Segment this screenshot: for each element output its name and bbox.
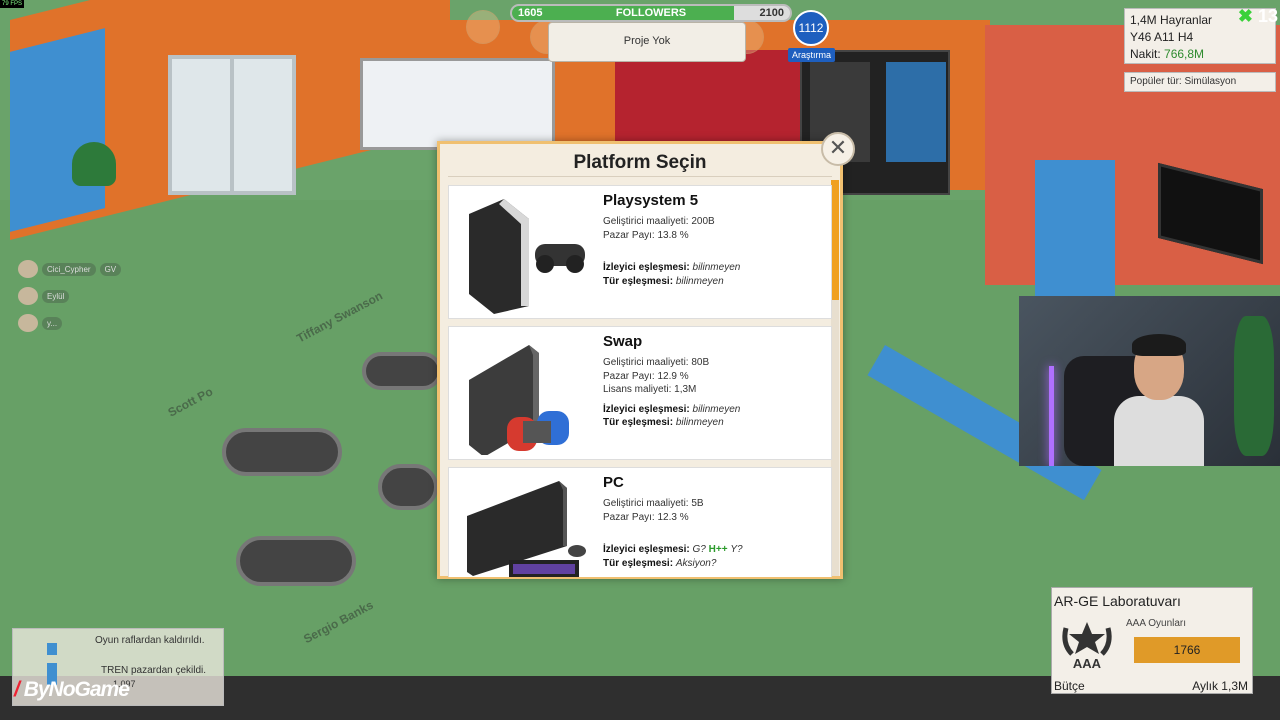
genre-label: Tür eşleşmesi: [603,557,674,569]
platform-card-pc[interactable]: PC Geliştirici maaliyeti: 5B Pazar Payı:… [448,467,832,577]
desk[interactable] [222,428,342,476]
monthly-cost: Aylık 1,3M [1192,679,1248,693]
glass-door [168,55,296,195]
notification-icon [47,643,57,655]
neon-light [1049,366,1054,466]
audience-value-h: H++ [708,544,728,555]
cash-row: Nakit: 766,8M [1130,46,1270,63]
fps-counter: 79 FPS [0,0,25,8]
popular-genre: Popüler tür: Simülasyon [1124,72,1276,92]
webcam-overlay [1019,296,1280,466]
market-share: Pazar Payı: 12.3 % [603,511,689,523]
avatar [18,314,38,332]
guest-tag: GV [99,262,122,276]
whiteboard [360,58,555,150]
modal-title: Platform Seçin [448,144,832,177]
x-icon: ✖ [1237,6,1253,26]
guest-row[interactable]: y... [18,314,121,332]
guest-row[interactable]: Cici_Cypher GV [18,260,122,278]
rnd-subtitle: AAA Oyunları [1126,618,1187,629]
followers-label: FOLLOWERS [615,7,687,19]
license-cost: Lisans maliyeti: 1,3M [603,384,697,395]
guest-row[interactable]: Eylül [18,287,121,305]
guest-name: Cici_Cypher [42,262,96,276]
audience-match: İzleyici eşleşmesi: bilinmeyen [603,403,740,417]
genre-label: Tür eşleşmesi: [603,275,674,287]
close-button[interactable]: ✕ [821,132,855,166]
audience-label: İzleyici eşleşmesi: [603,544,690,555]
followers-min: 1605 [518,7,543,19]
audience-value: bilinmeyen [692,403,741,415]
dev-cost: Geliştirici maaliyeti: 5B [603,498,704,509]
audience-label: İzleyici eşleşmesi: [603,262,690,273]
genre-label: Tür eşleşmesi: [603,417,674,428]
platform-name: Swap [603,333,643,350]
research-label[interactable]: Araştırma [788,48,836,62]
left-wall-blue [10,28,105,232]
platform-name: Playsystem 5 [603,192,699,209]
platform-card-swap[interactable]: Swap Geliştirici maaliyeti: 80B Pazar Pa… [448,326,832,460]
streamer [1114,334,1204,466]
budget-label: Bütçe [1054,679,1085,693]
avatar [18,287,38,305]
pc-monitor-icon [467,481,586,577]
speed-badge[interactable]: ✖ 13 [1216,6,1278,28]
desk[interactable] [378,464,438,510]
followers-max: 2100 [759,7,784,19]
star-medal-icon: AAA [1062,622,1112,670]
console-icon [469,199,585,314]
bynogame-logo: / ByNoGame [14,678,130,701]
dev-cost: Geliştirici maaliyeti: 200B [603,216,715,227]
stream-guests: Cici_Cypher GV Eylül y... [18,260,122,341]
platform-list: Playsystem 5 Geliştirici maaliyeti: 200B… [448,185,832,577]
scrollbar[interactable] [831,180,839,576]
platform-info: Swap Geliştirici maaliyeti: 80B Pazar Pa… [603,333,740,430]
guest-name: y... [42,316,63,330]
audience-value: bilinmeyen [692,262,741,273]
rnd-lab-panel[interactable]: AR-GE Laboratuvarı AAA AAA Oyunları 1766… [1051,587,1253,694]
game-date: Y46 A11 H4 [1130,30,1194,44]
scrollbar-thumb[interactable] [831,180,839,300]
genre-match: Tür eşleşmesi: Aksiyon? [603,557,743,571]
dev-cost: Geliştirici maaliyeti: 80B [603,357,710,368]
platform-info: Playsystem 5 Geliştirici maaliyeti: 200B… [603,192,740,288]
rnd-points: 1766 [1134,637,1240,663]
rnd-title: AR-GE Laboratuvarı [1054,593,1181,609]
cash-value: 766,8M [1164,47,1205,61]
genre-value: bilinmeyen [675,275,724,287]
guest-name: Eylül [42,289,70,303]
audience-value-g: G? [692,544,706,555]
followers-progress-bar: 1605 FOLLOWERS 2100 [510,4,792,22]
avatar [18,260,38,278]
audience-value-y: Y? [730,544,743,555]
market-share: Pazar Payı: 12.9 % [603,370,689,382]
ghost-circle-button[interactable] [466,10,500,44]
genre-match: Tür eşleşmesi: bilinmeyen [603,416,740,430]
platform-select-modal: Platform Seçin ✕ Playsystem 5 Geliştiric… [437,132,855,579]
badge-value: 13 [1257,6,1278,26]
audience-match: İzleyici eşleşmesi: G? H++ Y? [603,543,743,557]
market-share: Pazar Payı: 13.8 % [603,229,689,241]
research-points-button[interactable]: 1112 [793,10,829,46]
handheld-console-icon [469,345,569,455]
genre-value: bilinmeyen [675,417,724,428]
plant [72,142,116,186]
project-status[interactable]: Proje Yok [548,22,746,62]
svg-text:AAA: AAA [1073,656,1102,670]
cash-label: Nakit: [1130,47,1161,61]
notification-text: TREN pazardan çekildi. [101,665,207,676]
desk[interactable] [362,352,442,390]
audience-label: İzleyici eşleşmesi: [603,403,690,415]
platform-card-playsystem-5[interactable]: Playsystem 5 Geliştirici maaliyeti: 200B… [448,185,832,319]
audience-match: İzleyici eşleşmesi: bilinmeyen [603,261,740,275]
plant [1234,316,1274,456]
platform-name: PC [603,474,624,491]
platform-info: PC Geliştirici maaliyeti: 5B Pazar Payı:… [603,474,743,570]
soda-machine [886,62,946,162]
right-wall-blue [1035,160,1115,300]
notification-text: Oyun raflardan kaldırıldı. [95,635,205,646]
genre-match: Tür eşleşmesi: bilinmeyen [603,275,740,289]
genre-value: Aksiyon? [675,557,717,569]
desk[interactable] [236,536,356,586]
